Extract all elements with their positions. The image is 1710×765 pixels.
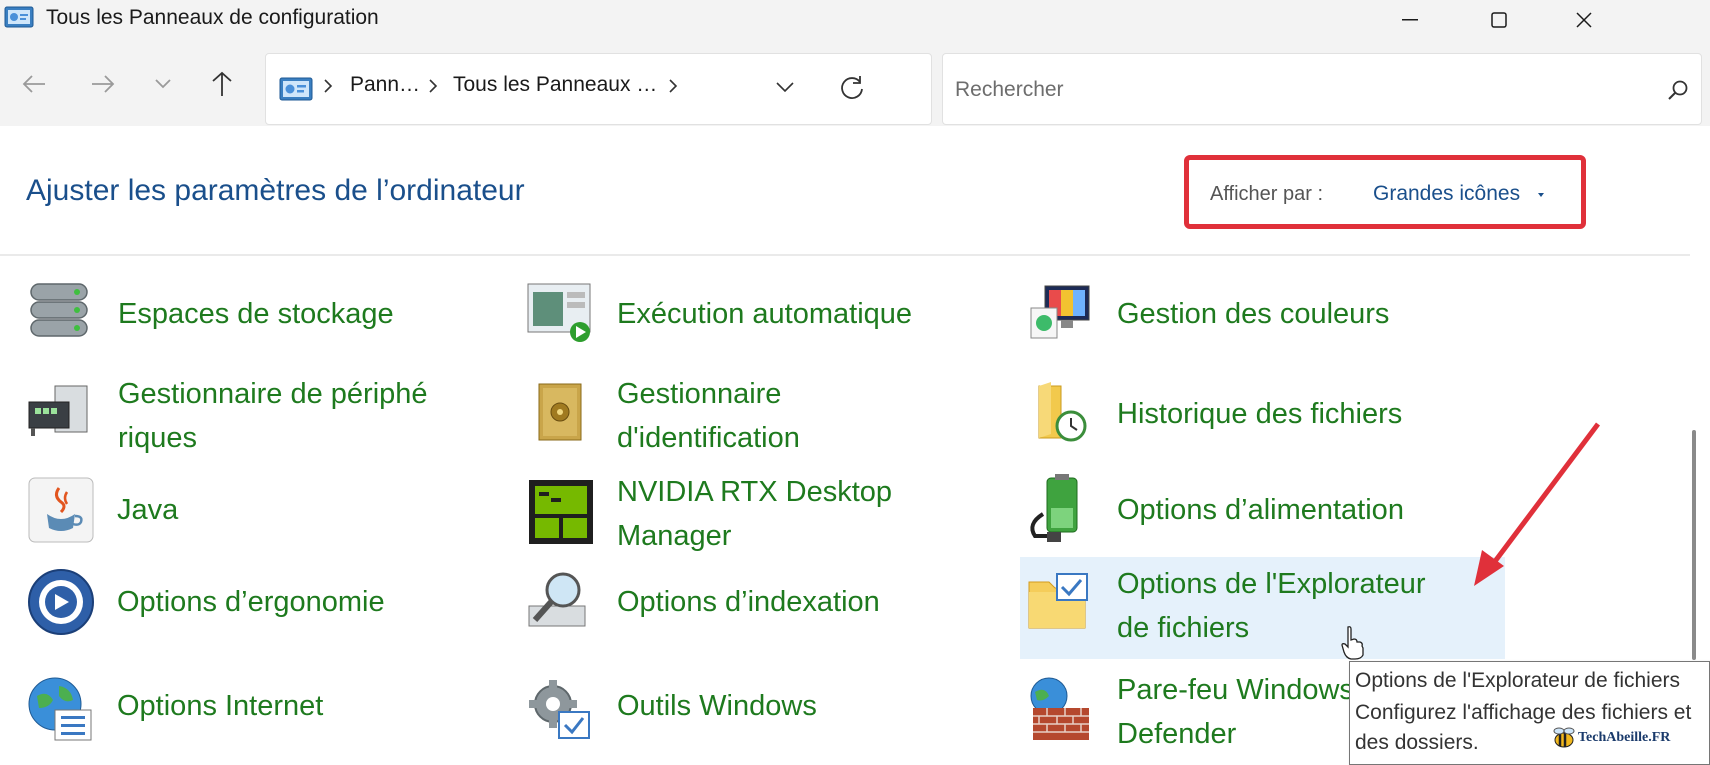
item-label: Espaces de stockage xyxy=(118,298,394,330)
item-windows-tools[interactable]: Outils Windows xyxy=(525,674,995,746)
indexing-options-icon xyxy=(528,572,586,627)
power-options-icon xyxy=(1030,474,1078,542)
file-history-icon xyxy=(1038,382,1087,442)
vertical-scrollbar[interactable] xyxy=(1692,430,1696,660)
item-label: Outils Windows xyxy=(617,690,817,722)
navigation-bar: Pann… Tous les Panneaux … xyxy=(0,40,1710,126)
item-label: de fichiers xyxy=(1117,612,1250,644)
item-label: Options d’ergonomie xyxy=(117,586,385,618)
item-label: Options Internet xyxy=(117,690,324,722)
item-internet-options[interactable]: Options Internet xyxy=(25,674,495,746)
search-input[interactable] xyxy=(953,72,1617,108)
item-label: Manager xyxy=(617,520,732,552)
item-storage-spaces[interactable]: Espaces de stockage xyxy=(25,278,495,350)
item-nvidia-rtx[interactable]: NVIDIA RTX Desktop Manager xyxy=(525,476,995,552)
tooltip-line: des dossiers. xyxy=(1355,731,1479,754)
item-indexing-options[interactable]: Options d’indexation xyxy=(525,566,995,638)
watermark: TechAbeille.FR xyxy=(1550,724,1670,752)
chevron-right-icon[interactable] xyxy=(428,78,438,94)
view-by-highlight: Afficher par : Grandes icônes xyxy=(1184,155,1586,229)
maximize-button[interactable] xyxy=(1469,0,1529,40)
breadcrumb-item[interactable]: Pann… xyxy=(350,73,420,97)
view-by-dropdown[interactable]: Grandes icônes xyxy=(1351,170,1559,216)
watermark-text: TechAbeille.FR xyxy=(1578,730,1671,745)
item-file-explorer-options[interactable]: Options de l'Explorateur de fichiers xyxy=(1025,566,1495,644)
storage-spaces-icon xyxy=(30,283,88,337)
recent-locations-button[interactable] xyxy=(143,64,183,104)
item-label: Gestion des couleurs xyxy=(1117,298,1390,330)
item-label: Defender xyxy=(1117,718,1237,750)
chevron-right-icon xyxy=(324,79,333,93)
maximize-icon xyxy=(1491,12,1507,28)
chevron-down-icon xyxy=(155,79,171,89)
arrow-right-icon xyxy=(92,75,115,93)
item-ease-of-access[interactable]: Options d’ergonomie xyxy=(25,566,495,638)
autoplay-icon xyxy=(527,283,591,342)
device-manager-icon xyxy=(28,385,88,436)
tooltip-title: Options de l'Explorateur de fichiers xyxy=(1355,669,1681,692)
view-by-value: Grandes icônes xyxy=(1373,182,1521,205)
search-box[interactable] xyxy=(942,53,1702,125)
control-panel-icon xyxy=(4,6,34,28)
item-power-options[interactable]: Options d’alimentation xyxy=(1025,474,1495,546)
refresh-icon[interactable] xyxy=(838,74,866,102)
item-label: Options d’alimentation xyxy=(1117,494,1404,526)
minimize-button[interactable] xyxy=(1380,0,1440,40)
divider xyxy=(0,254,1690,256)
back-button[interactable] xyxy=(14,64,54,104)
breadcrumb-item[interactable]: Tous les Panneaux … xyxy=(453,73,657,97)
hand-cursor-icon xyxy=(1341,626,1364,660)
page-title: Ajuster les paramètres de l’ordinateur xyxy=(26,174,525,207)
item-label: NVIDIA RTX Desktop xyxy=(617,476,893,508)
forward-button[interactable] xyxy=(83,64,123,104)
item-label: Exécution automatique xyxy=(617,298,913,330)
minimize-icon xyxy=(1402,19,1418,21)
internet-options-icon xyxy=(28,677,92,741)
item-label: Java xyxy=(117,494,179,526)
item-label: Options de l'Explorateur xyxy=(1117,568,1426,600)
item-label: Historique des fichiers xyxy=(1117,398,1403,430)
arrow-up-icon xyxy=(212,71,232,96)
file-explorer-options-icon xyxy=(1028,573,1088,629)
windows-tools-icon xyxy=(529,680,590,739)
item-color-management[interactable]: Gestion des couleurs xyxy=(1025,278,1495,350)
caret-down-icon xyxy=(1538,193,1544,197)
item-autoplay[interactable]: Exécution automatique xyxy=(525,278,995,350)
bee-logo-icon xyxy=(1553,727,1575,748)
nvidia-icon xyxy=(529,480,593,544)
java-icon xyxy=(28,477,94,543)
up-button[interactable] xyxy=(202,64,242,104)
close-button[interactable] xyxy=(1554,0,1614,40)
view-by-label: Afficher par : xyxy=(1210,183,1324,205)
control-panel-icon xyxy=(279,77,313,101)
address-bar[interactable]: Pann… Tous les Panneaux … xyxy=(265,53,932,125)
address-dropdown-icon[interactable] xyxy=(776,82,794,92)
item-java[interactable]: Java xyxy=(25,474,495,546)
close-icon xyxy=(1576,12,1592,28)
title-bar: Tous les Panneaux de configuration xyxy=(0,0,1710,40)
credential-manager-icon xyxy=(538,383,582,441)
window-title: Tous les Panneaux de configuration xyxy=(46,6,379,29)
color-management-icon xyxy=(1030,285,1090,339)
item-label: Gestionnaire de périphé xyxy=(118,378,428,410)
item-label: d'identification xyxy=(617,422,800,454)
firewall-icon xyxy=(1030,677,1089,740)
annotation-arrow-icon xyxy=(1474,422,1600,586)
item-file-history[interactable]: Historique des fichiers xyxy=(1025,378,1495,450)
item-label: Gestionnaire xyxy=(617,378,782,410)
search-icon[interactable] xyxy=(1667,79,1689,101)
item-credential-manager[interactable]: Gestionnaire d'identification xyxy=(525,378,995,454)
item-label: riques xyxy=(118,422,197,454)
item-label: Options d’indexation xyxy=(617,586,880,618)
arrow-left-icon xyxy=(22,75,45,93)
chevron-right-icon[interactable] xyxy=(668,78,678,94)
item-device-manager[interactable]: Gestionnaire de périphé riques xyxy=(25,376,495,454)
item-label: Pare-feu Windows xyxy=(1117,674,1354,706)
ease-of-access-icon xyxy=(28,569,94,635)
